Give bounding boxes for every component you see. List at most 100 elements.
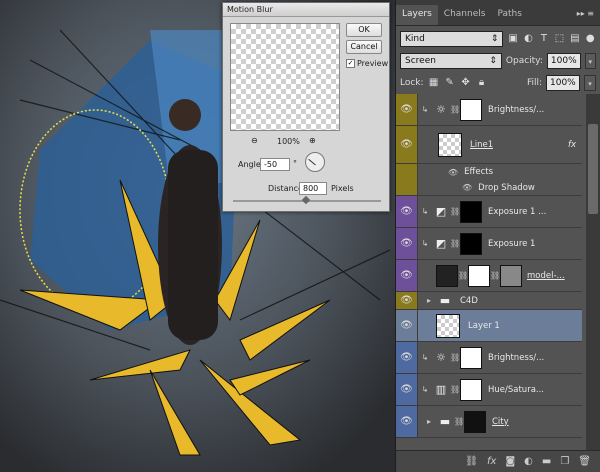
opacity-dropdown-icon[interactable]: ▾ [584, 53, 596, 69]
blend-mode-value: Screen [405, 56, 436, 66]
preview-area[interactable] [230, 23, 340, 131]
link-icon: ⛓︎ [450, 239, 461, 248]
visibility-eye-icon[interactable]: 👁︎ [396, 374, 418, 405]
layer-row[interactable]: 👁︎ ⛓︎ ⛓︎ model-... [396, 260, 582, 292]
layer-row[interactable]: 👁︎ ↳ ☼ ⛓︎ Brightness/... [396, 94, 582, 126]
motion-blur-dialog: Motion Blur OK Cancel ✓ Preview ⊖ 100% ⊕… [222, 2, 390, 212]
layer-row[interactable]: 👁︎ ↳ ◩ ⛓︎ Exposure 1 ... [396, 196, 582, 228]
new-layer-icon[interactable]: ❐ [560, 456, 569, 467]
link-icon: ⛓︎ [450, 385, 461, 394]
dialog-title: Motion Blur [223, 3, 389, 17]
zoom-out-icon[interactable]: ⊖ [251, 136, 258, 145]
layer-mask-thumbnail[interactable] [460, 232, 482, 255]
angle-dial[interactable] [305, 152, 325, 172]
fill-label: Fill: [526, 78, 542, 88]
lock-all-icon[interactable]: 🔒︎ [476, 77, 488, 89]
layer-thumbnail[interactable] [436, 264, 458, 287]
visibility-eye-icon[interactable]: 👁︎ [396, 126, 418, 163]
expand-arrow-icon[interactable]: ▸ [422, 296, 436, 305]
layer-thumbnail[interactable] [436, 313, 460, 338]
link-icon: ⛓︎ [450, 353, 461, 362]
layer-thumbnail[interactable] [438, 132, 462, 157]
adjustment-filter-icon[interactable]: ◐ [523, 33, 534, 45]
drop-shadow-row[interactable]: 👁︎ Drop Shadow [396, 180, 582, 196]
link-icon: ⛓︎ [454, 417, 465, 426]
type-filter-icon[interactable]: T [538, 33, 549, 45]
link-layers-icon[interactable]: ⛓︎ [465, 456, 478, 467]
shape-filter-icon[interactable]: ⬚ [554, 33, 565, 45]
visibility-eye-icon[interactable]: 👁︎ [396, 292, 418, 309]
filter-toggle-icon[interactable]: ● [585, 33, 596, 45]
expand-arrow-icon[interactable]: ▸ [422, 417, 436, 426]
panel-tabs: Layers Channels Paths ▸▸ ≡ [396, 0, 600, 26]
blend-mode-select[interactable]: Screen ⇕ [400, 53, 502, 69]
delete-layer-icon[interactable]: 🗑︎ [578, 456, 591, 467]
exposure-adjustment-icon: ◩ [435, 205, 447, 218]
new-adjustment-icon[interactable]: ◐ [524, 456, 533, 467]
lock-pixels-icon[interactable]: ✎ [444, 77, 456, 89]
layers-scrollbar[interactable] [586, 94, 600, 450]
link-icon: ⛓︎ [458, 271, 469, 280]
layer-effects-row[interactable]: 👁︎ Effects [396, 164, 582, 180]
layer-row-selected[interactable]: 👁︎ Layer 1 [396, 310, 582, 342]
visibility-eye-icon[interactable]: 👁︎ [396, 228, 418, 259]
preview-checkbox[interactable]: ✓ [346, 59, 355, 68]
layer-name: Exposure 1 [488, 238, 536, 249]
tab-layers[interactable]: Layers [396, 5, 438, 25]
visibility-eye-icon[interactable]: 👁︎ [396, 342, 418, 373]
layer-mask-thumbnail[interactable] [460, 378, 482, 401]
cancel-button[interactable]: Cancel [346, 40, 382, 54]
layer-name: Hue/Satura... [488, 384, 545, 395]
layer-mask-thumbnail[interactable] [460, 200, 482, 223]
group-row[interactable]: 👁︎ ▸ ▬ ⛓︎ City [396, 406, 582, 438]
layer-mask-thumbnail[interactable] [468, 264, 490, 287]
layer-mask-thumbnail[interactable] [460, 98, 482, 121]
visibility-eye-icon[interactable]: 👁︎ [396, 260, 418, 291]
vector-mask-thumbnail[interactable] [500, 264, 522, 287]
distance-input[interactable]: 800 [299, 182, 327, 195]
image-filter-icon[interactable]: ▣ [507, 33, 518, 45]
layer-row[interactable]: 👁︎ Line1 fx [396, 126, 582, 164]
fill-dropdown-icon[interactable]: ▾ [584, 75, 596, 91]
layer-mask-thumbnail[interactable] [460, 346, 482, 369]
layer-row[interactable]: 👁︎ ↳ ◩ ⛓︎ Exposure 1 [396, 228, 582, 260]
exposure-adjustment-icon: ◩ [435, 237, 447, 250]
angle-input[interactable]: -50 [260, 158, 290, 171]
tab-channels[interactable]: Channels [438, 5, 492, 25]
scrollbar-thumb[interactable] [588, 124, 598, 214]
effects-eye-icon[interactable]: 👁︎ [448, 168, 458, 177]
smart-object-filter-icon[interactable]: ▤ [569, 33, 580, 45]
lock-position-icon[interactable]: ✥ [460, 77, 472, 89]
zoom-in-icon[interactable]: ⊕ [309, 136, 316, 145]
layers-bottom-toolbar: ⛓︎ fx ◙ ◐ ▬ ❐ 🗑︎ [396, 450, 600, 472]
add-mask-icon[interactable]: ◙ [505, 456, 515, 467]
visibility-eye-icon[interactable]: 👁︎ [396, 94, 418, 125]
panel-menu-icon[interactable]: ▸▸ ≡ [571, 9, 600, 25]
lock-transparency-icon[interactable]: ▦ [428, 77, 440, 89]
tab-paths[interactable]: Paths [491, 5, 527, 25]
filter-kind-select[interactable]: Kind ⇕ [400, 31, 504, 47]
folder-icon: ▬ [439, 415, 451, 428]
distance-slider[interactable] [233, 195, 381, 205]
color-strip [396, 180, 418, 195]
drop-shadow-eye-icon[interactable]: 👁︎ [462, 183, 472, 192]
group-mask-thumbnail[interactable] [464, 410, 486, 433]
opacity-input[interactable]: 100% [546, 53, 581, 69]
visibility-eye-icon[interactable]: 👁︎ [396, 310, 418, 341]
layer-row[interactable]: 👁︎ ↳ ▥ ⛓︎ Hue/Satura... [396, 374, 582, 406]
layers-list: 👁︎ ↳ ☼ ⛓︎ Brightness/... 👁︎ Line1 fx 👁︎ … [396, 94, 600, 450]
distance-unit: Pixels [331, 184, 354, 193]
clip-arrow-icon: ↳ [421, 385, 429, 394]
fill-input[interactable]: 100% [546, 75, 580, 91]
add-style-icon[interactable]: fx [487, 456, 496, 467]
new-group-icon[interactable]: ▬ [542, 456, 551, 467]
link-icon: ⛓︎ [490, 271, 501, 280]
fx-icon[interactable]: fx [568, 140, 576, 150]
ok-button[interactable]: OK [346, 23, 382, 37]
visibility-eye-icon[interactable]: 👁︎ [396, 406, 418, 437]
visibility-eye-icon[interactable]: 👁︎ [396, 196, 418, 227]
group-name: City [492, 416, 509, 427]
brightness-adjustment-icon: ☼ [436, 351, 446, 364]
layer-row[interactable]: 👁︎ ↳ ☼ ⛓︎ Brightness/... [396, 342, 582, 374]
group-row[interactable]: 👁︎ ▸ ▬ C4D [396, 292, 582, 310]
